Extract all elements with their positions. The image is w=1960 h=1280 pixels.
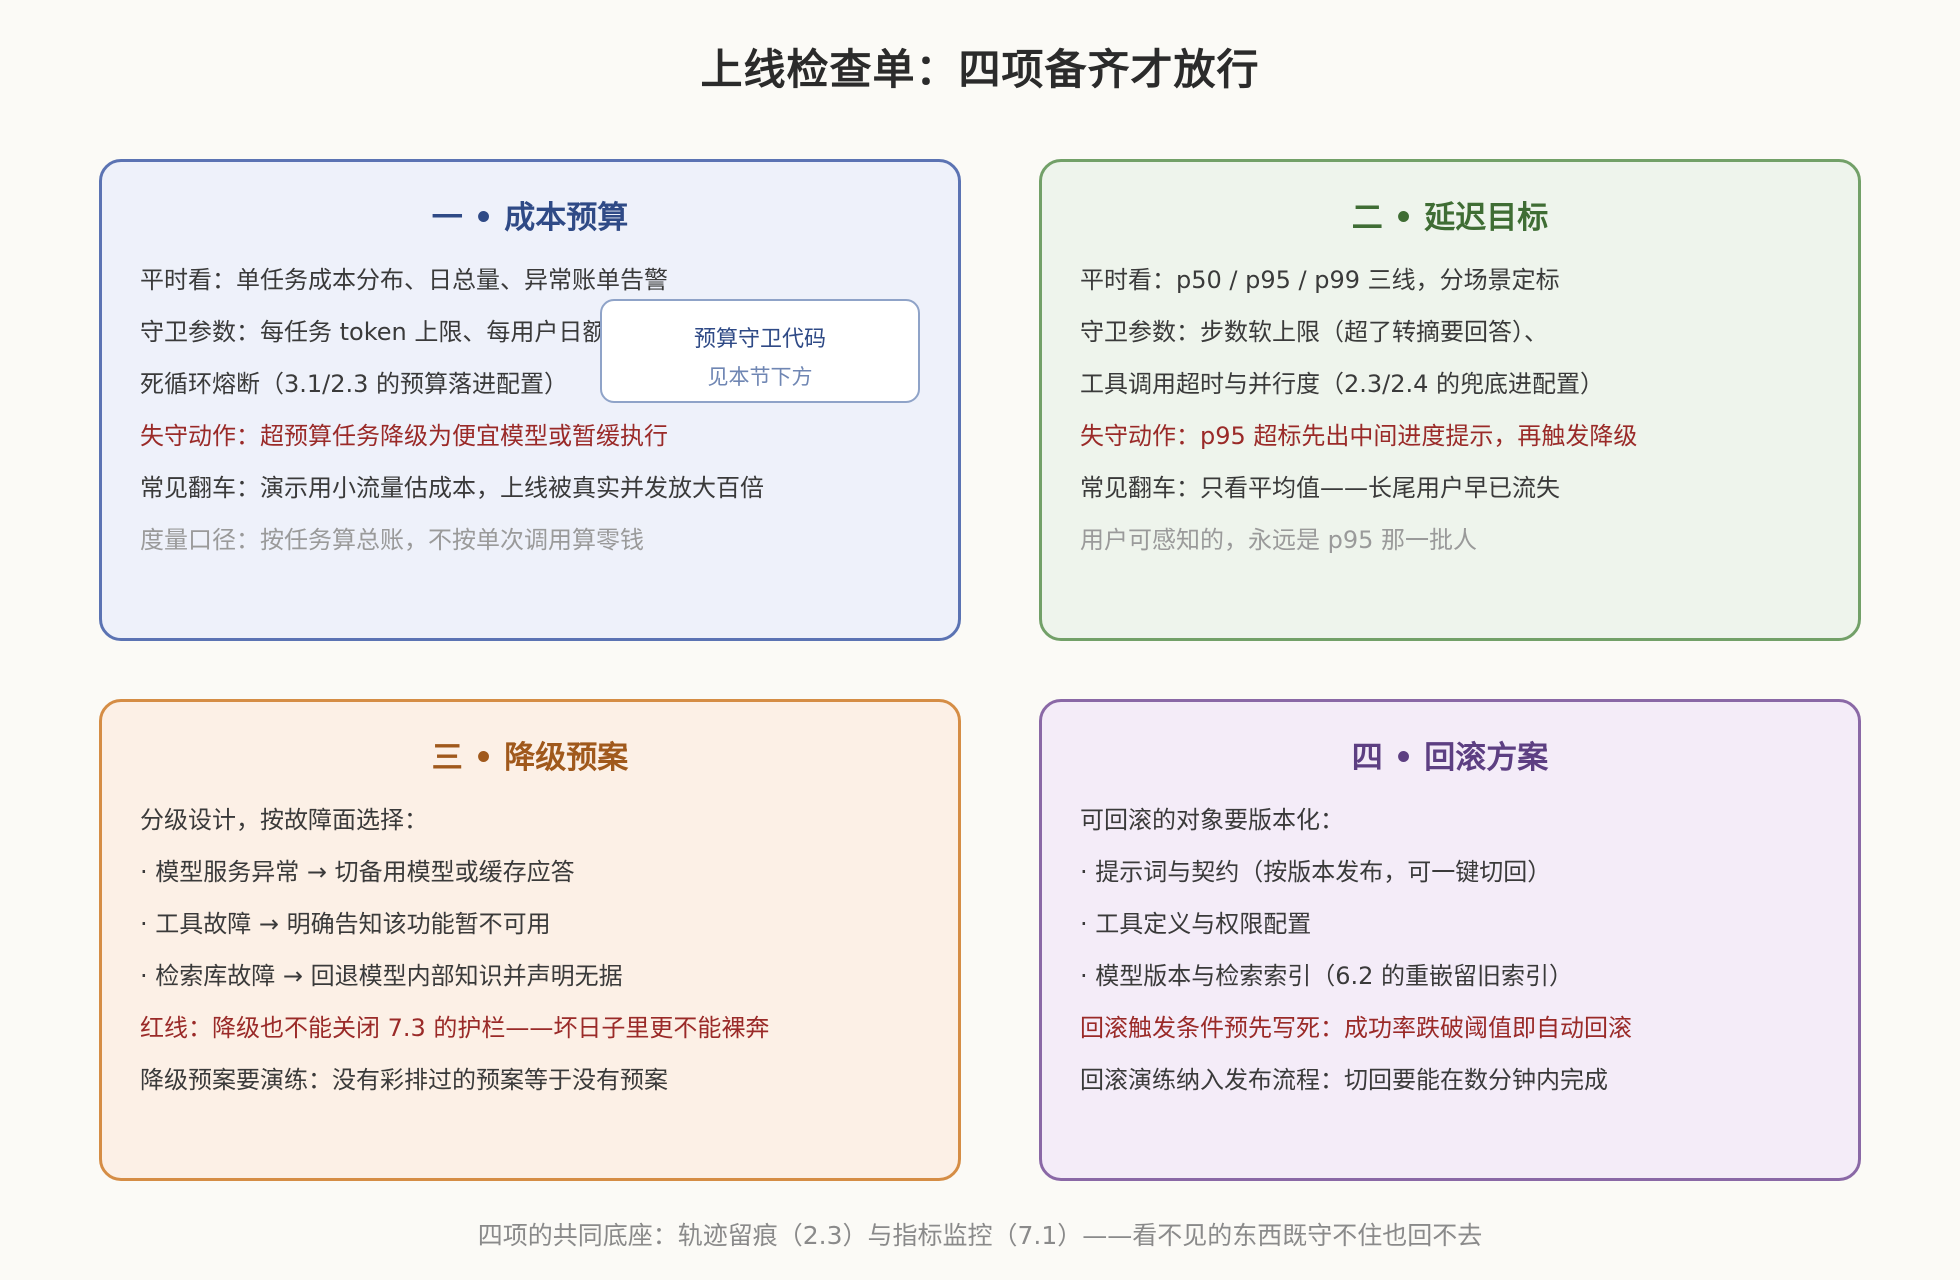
card-line: 可回滚的对象要版本化：: [1080, 806, 1344, 834]
callout-title: 预算守卫代码: [693, 327, 826, 352]
card-line-note: 度量口径：按任务算总账，不按单次调用算零钱: [140, 526, 644, 554]
card-line: 降级预案要演练：没有彩排过的预案等于没有预案: [140, 1066, 668, 1094]
card-line: 常见翻车：演示用小流量估成本，上线被真实并发放大百倍: [140, 474, 764, 502]
card-line: · 工具故障 → 明确告知该功能暂不可用: [140, 910, 551, 938]
callout-subtitle: 见本节下方: [707, 365, 813, 389]
card-line-note: 用户可感知的，永远是 p95 那一批人: [1080, 526, 1478, 554]
footer-note: 四项的共同底座：轨迹留痕（2.3）与指标监控（7.1）——看不见的东西既守不住也…: [477, 1221, 1483, 1250]
card-line: 常见翻车：只看平均值——长尾用户早已流失: [1080, 474, 1560, 502]
card-title: 三 • 降级预案: [431, 740, 629, 776]
card-line: 平时看：p50 / p95 / p99 三线，分场景定标: [1080, 266, 1560, 294]
card-line-failure-action: 失守动作：超预算任务降级为便宜模型或暂缓执行: [140, 422, 668, 450]
card-line: · 检索库故障 → 回退模型内部知识并声明无据: [140, 962, 623, 990]
degradation-plan-card: 三 • 降级预案 分级设计，按故障面选择： · 模型服务异常 → 切备用模型或缓…: [99, 699, 961, 1181]
page-title: 上线检查单：四项备齐才放行: [700, 45, 1260, 94]
card-lines: 分级设计，按故障面选择： · 模型服务异常 → 切备用模型或缓存应答 · 工具故…: [140, 794, 928, 1106]
card-line: 回滚演练纳入发布流程：切回要能在数分钟内完成: [1080, 1066, 1608, 1094]
card-line-red-line: 红线：降级也不能关闭 7.3 的护栏——坏日子里更不能裸奔: [140, 1014, 770, 1042]
card-line: · 模型服务异常 → 切备用模型或缓存应答: [140, 858, 575, 886]
card-title: 二 • 延迟目标: [1351, 200, 1549, 236]
card-line: 分级设计，按故障面选择：: [140, 806, 428, 834]
card-line: · 模型版本与检索索引（6.2 的重嵌留旧索引）: [1080, 962, 1574, 990]
card-line-rollback-trigger: 回滚触发条件预先写死：成功率跌破阈值即自动回滚: [1080, 1014, 1632, 1042]
card-title: 四 • 回滚方案: [1351, 740, 1549, 776]
card-line: 守卫参数：步数软上限（超了转摘要回答）、: [1080, 318, 1548, 346]
budget-guard-code-callout: 预算守卫代码 见本节下方: [600, 299, 920, 403]
card-lines: 平时看：p50 / p95 / p99 三线，分场景定标 守卫参数：步数软上限（…: [1080, 254, 1828, 566]
card-line: 工具调用超时与并行度（2.3/2.4 的兜底进配置）: [1080, 370, 1605, 398]
rollback-plan-card: 四 • 回滚方案 可回滚的对象要版本化： · 提示词与契约（按版本发布，可一键切…: [1039, 699, 1861, 1181]
card-line: · 提示词与契约（按版本发布，可一键切回）: [1080, 858, 1552, 886]
card-title: 一 • 成本预算: [431, 200, 629, 236]
card-line-failure-action: 失守动作：p95 超标先出中间进度提示，再触发降级: [1080, 422, 1638, 450]
card-lines: 可回滚的对象要版本化： · 提示词与契约（按版本发布，可一键切回） · 工具定义…: [1080, 794, 1828, 1106]
latency-target-card: 二 • 延迟目标 平时看：p50 / p95 / p99 三线，分场景定标 守卫…: [1039, 159, 1861, 641]
card-line: · 工具定义与权限配置: [1080, 910, 1312, 938]
